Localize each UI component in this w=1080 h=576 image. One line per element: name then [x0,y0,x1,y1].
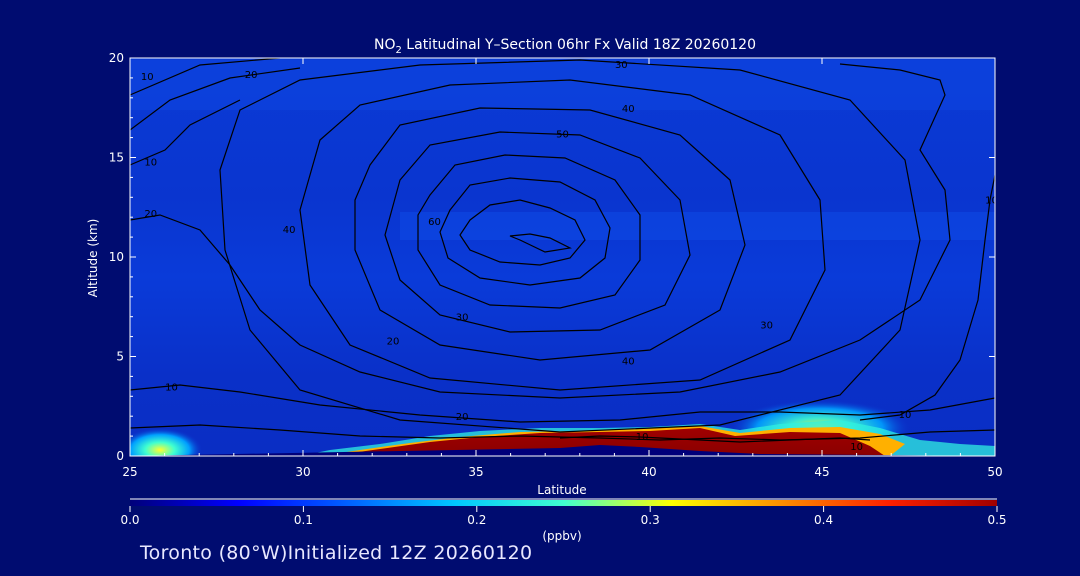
contour-label: 50 [556,130,569,141]
colorbar-tick-label: 0.2 [467,513,486,527]
x-tick-label: 30 [295,465,310,479]
colorbar-tick-label: 0.5 [987,513,1006,527]
colorbar-tick-label: 0.4 [814,513,833,527]
contour-label: 10 [141,72,154,83]
x-axis-label: Latitude [537,483,586,497]
contour-label: 30 [456,313,469,324]
x-tick-label: 45 [814,465,829,479]
contour-label: 40 [622,356,635,367]
contour-label: 40 [283,225,296,236]
colorbar [130,500,997,506]
contour-label: 10 [165,382,178,393]
colorbar-tick-label: 0.0 [120,513,139,527]
field-background [130,58,995,456]
contour-label: 10 [144,157,157,168]
contour-label: 10 [850,442,863,453]
y-tick-label: 20 [109,51,124,65]
y-tick-label: 0 [116,449,124,463]
contour-label: 10 [636,432,649,443]
contour-label: 60 [428,217,441,228]
contour-label: 10 [899,410,912,421]
contour-label: 20 [144,209,157,220]
contour-label: 30 [760,321,773,332]
chart-figure: NO2 Latitudinal Y–Section 06hr Fx Valid … [86,37,1007,543]
colorbar-unit-label: (ppbv) [542,529,581,543]
y-axis-label: Altitude (km) [86,219,100,298]
field-layer [130,58,995,456]
contour-label: 20 [245,70,258,81]
x-tick-label: 40 [641,465,656,479]
mid-band [400,212,995,240]
colorbar-tick-label: 0.1 [294,513,313,527]
contour-label: 10 [985,195,998,206]
upper-band [130,60,995,110]
footer-caption: Toronto (80°W)Initialized 12Z 20260120 [140,542,533,564]
y-tick-label: 10 [109,250,124,264]
contour-label: 20 [456,412,469,423]
x-tick-label: 50 [987,465,1002,479]
contour-label: 40 [622,104,635,115]
colorbar-tick-label: 0.3 [641,513,660,527]
y-tick-label: 15 [109,151,124,165]
contour-label: 20 [387,337,400,348]
contour-label: 30 [615,60,628,71]
x-tick-label: 25 [122,465,137,479]
chart-title: NO2 Latitudinal Y–Section 06hr Fx Valid … [374,37,756,56]
x-tick-label: 35 [468,465,483,479]
y-tick-label: 5 [116,350,124,364]
